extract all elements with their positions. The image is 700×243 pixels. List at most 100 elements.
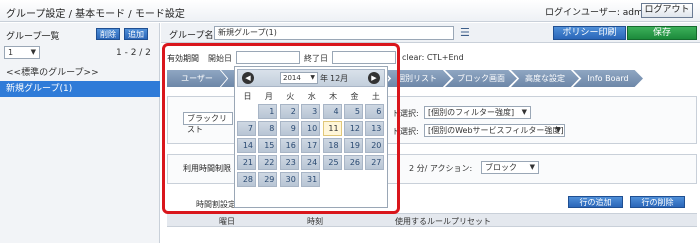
calendar-day[interactable]: 7: [237, 121, 256, 136]
start-date-input[interactable]: [236, 51, 300, 64]
weekday-label: 土: [371, 92, 380, 101]
group-name-input[interactable]: 新規グループ(1): [214, 26, 454, 40]
month-label: 12月: [330, 74, 349, 83]
calendar-day[interactable]: 9: [279, 121, 299, 136]
group-list: <<標準のグループ>> 新規グループ(1): [0, 65, 160, 97]
logout-button[interactable]: ログアウト: [641, 3, 693, 18]
period-label: 有効期間: [167, 54, 199, 63]
calendar-day[interactable]: 11: [322, 121, 342, 136]
weekday-label: 日: [243, 92, 252, 101]
action-value: ブロック: [485, 163, 517, 172]
weekday-label: 火: [286, 92, 295, 101]
tab-advanced[interactable]: 高度な設定: [511, 70, 579, 87]
filter-strength-select[interactable]: [個別のフィルター強度] ▼: [424, 106, 531, 119]
calendar-day[interactable]: 4: [322, 104, 342, 119]
group-item-new[interactable]: 新規グループ(1): [0, 81, 160, 97]
calendar-day[interactable]: 13: [365, 121, 385, 136]
policy-print-button[interactable]: ポリシー印刷: [553, 26, 626, 40]
date-picker: ◀ 2014 ▼ 年 12月 ▶ 日月火水木金土 1 2 3 4 5 6 7 8 9 10 11 12…: [234, 66, 388, 208]
weekday-row: 日月火水木金土: [237, 87, 385, 104]
calendar-day[interactable]: 22: [258, 155, 278, 170]
col-header-preset: 使用するルールプリセット: [395, 217, 491, 226]
delete-group-button[interactable]: 削除: [96, 28, 120, 40]
calendar-day[interactable]: 5: [344, 104, 363, 119]
chevron-down-icon: ▼: [310, 74, 315, 81]
calendar-day[interactable]: 3: [301, 104, 321, 119]
end-date-input[interactable]: [332, 51, 396, 64]
weekday-label: 水: [307, 92, 316, 101]
calendar-day[interactable]: 30: [279, 172, 299, 187]
group-name-label: グループ名:: [169, 31, 217, 41]
chevron-down-icon: ▼: [529, 163, 535, 171]
end-date-label: 終了日: [304, 54, 328, 63]
calendar-day[interactable]: 23: [279, 155, 299, 170]
group-sidebar: グループ一覧 削除 追加 1 ▼ 1 - 2 / 2 <<標準のグループ>> 新…: [0, 23, 160, 243]
calendar-day[interactable]: 19: [344, 138, 363, 153]
calendar-day[interactable]: 10: [301, 121, 321, 136]
save-button[interactable]: 保存: [627, 26, 697, 40]
calendar-day[interactable]: 16: [279, 138, 299, 153]
page-select-value: 1: [8, 48, 14, 57]
calendar-day[interactable]: 31: [301, 172, 321, 187]
col-header-time: 時刻: [307, 217, 323, 226]
add-group-button[interactable]: 追加: [124, 28, 148, 40]
page-select[interactable]: 1 ▼: [4, 46, 40, 59]
webservice-filter-value: [個別のWebサービスフィルター強度]: [428, 126, 564, 135]
filter-label-1: ト選択:: [392, 109, 419, 118]
calendar-day[interactable]: 17: [301, 138, 321, 153]
tab-info-board[interactable]: Info Board: [573, 70, 643, 87]
webservice-filter-select[interactable]: [個別のWebサービスフィルター強度] ▼: [424, 124, 565, 137]
list-icon[interactable]: ☰: [460, 26, 472, 39]
calendar-day[interactable]: 20: [365, 138, 385, 153]
action-select[interactable]: ブロック ▼: [481, 161, 539, 174]
group-list-title: グループ一覧: [6, 32, 60, 42]
next-month-icon[interactable]: ▶: [368, 72, 380, 84]
breadcrumb: グループ設定 / 基本モード / モード設定: [6, 9, 185, 20]
tab-user[interactable]: ユーザー: [167, 70, 227, 87]
calendar-day[interactable]: 24: [301, 155, 321, 170]
schedule-table-header: 曜日 時刻 使用するルールプリセット: [167, 213, 697, 227]
calendar-day[interactable]: 12: [344, 121, 363, 136]
weekday-label: 月: [264, 92, 273, 101]
schedule-label: 時間割設定: [196, 200, 236, 209]
weekday-label: 金: [350, 92, 359, 101]
weekday-label: 木: [329, 92, 338, 101]
calendar-day[interactable]: 21: [237, 155, 256, 170]
login-user-label: ログインユーザー: admin: [545, 8, 651, 18]
clear-hint: clear: CTL+End: [402, 53, 464, 62]
year-select[interactable]: 2014 ▼: [280, 72, 318, 84]
date-picker-header: ◀ 2014 ▼ 年 12月 ▶: [237, 69, 385, 87]
prev-month-icon[interactable]: ◀: [242, 72, 254, 84]
chevron-down-icon: ▼: [30, 48, 36, 56]
calendar-day[interactable]: 26: [344, 155, 363, 170]
calendar-day[interactable]: 29: [258, 172, 278, 187]
col-header-day: 曜日: [219, 217, 235, 226]
year-value: 2014: [283, 74, 301, 82]
calendar-day[interactable]: 25: [322, 155, 342, 170]
page-count: 1 - 2 / 2: [116, 48, 151, 58]
year-suffix: 年: [320, 74, 328, 83]
time-limit-label: 利用時間制限: [183, 164, 231, 173]
calendar-day[interactable]: 15: [258, 138, 278, 153]
calendar-day[interactable]: 6: [365, 104, 385, 119]
tab-block-screen[interactable]: ブロック画面: [445, 70, 517, 87]
filter-label-2: ト選択:: [392, 127, 419, 136]
calendar-day[interactable]: 14: [237, 138, 256, 153]
day-grid: 1 2 3 4 5 6 7 8 9 10 11 12 13 14 15 16 17 18 19 20 21 22 23 24 2…: [237, 104, 385, 204]
chevron-down-icon: ▼: [521, 108, 527, 116]
filter-strength-value: [個別のフィルター強度]: [428, 108, 515, 117]
chevron-down-icon: ▼: [555, 126, 561, 134]
group-item-default[interactable]: <<標準のグループ>>: [0, 65, 160, 81]
calendar-day[interactable]: 18: [322, 138, 342, 153]
blacklist-field[interactable]: ブラックリスト: [183, 112, 233, 134]
calendar-day[interactable]: 1: [258, 104, 278, 119]
calendar-day[interactable]: 8: [258, 121, 278, 136]
add-row-button[interactable]: 行の追加: [568, 196, 623, 208]
delete-row-button[interactable]: 行の削除: [630, 196, 685, 208]
calendar-day[interactable]: 2: [279, 104, 299, 119]
tab-individual-list[interactable]: 個別リスト: [383, 70, 451, 87]
calendar-day[interactable]: 27: [365, 155, 385, 170]
start-date-label: 開始日: [208, 54, 232, 63]
minutes-action-label: 2 分/ アクション:: [409, 164, 473, 173]
calendar-day[interactable]: 28: [237, 172, 256, 187]
